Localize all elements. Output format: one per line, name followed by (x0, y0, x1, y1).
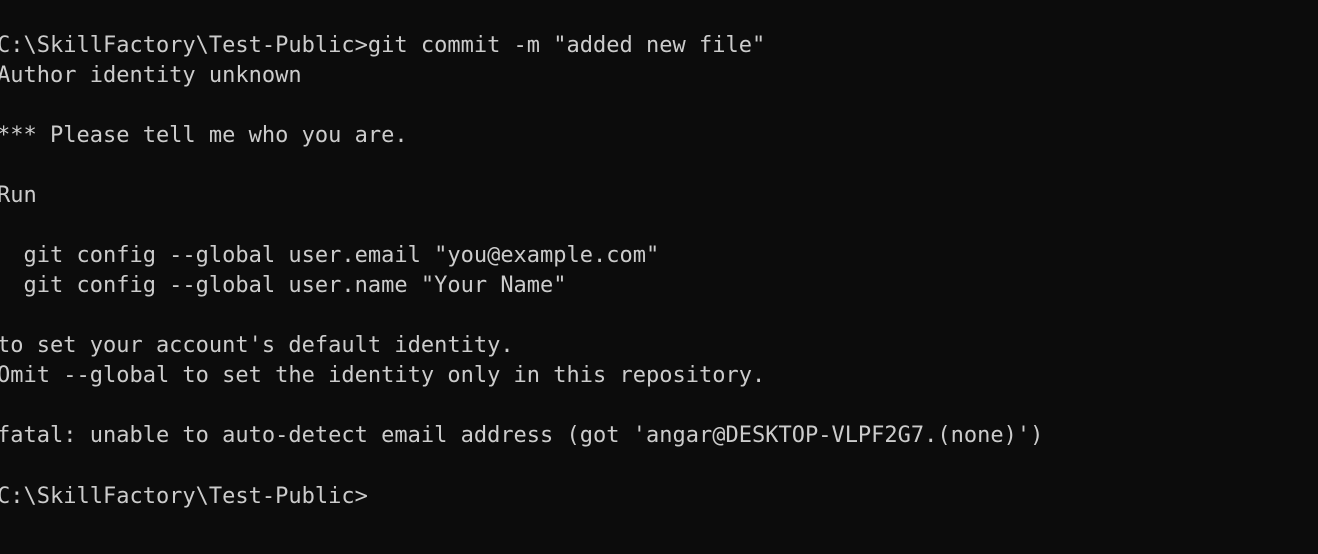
command-line: C:\SkillFactory\Test-Public>git commit -… (0, 33, 766, 58)
prompt-text: C:\SkillFactory\Test-Public> (0, 484, 368, 509)
output-line: git config --global user.email "you@exam… (0, 243, 660, 268)
error-line: fatal: unable to auto-detect email addre… (0, 423, 1044, 448)
output-line: to set your account's default identity. (0, 333, 514, 358)
output-line: *** Please tell me who you are. (0, 123, 408, 148)
output-line: Omit --global to set the identity only i… (0, 363, 766, 388)
output-line: git config --global user.name "Your Name… (0, 273, 567, 298)
terminal-output[interactable]: C:\SkillFactory\Test-Public>git commit -… (0, 0, 1315, 554)
output-line: Author identity unknown (0, 63, 302, 88)
output-line: Run (0, 183, 37, 208)
command-prompt[interactable]: C:\SkillFactory\Test-Public> (0, 481, 1315, 511)
